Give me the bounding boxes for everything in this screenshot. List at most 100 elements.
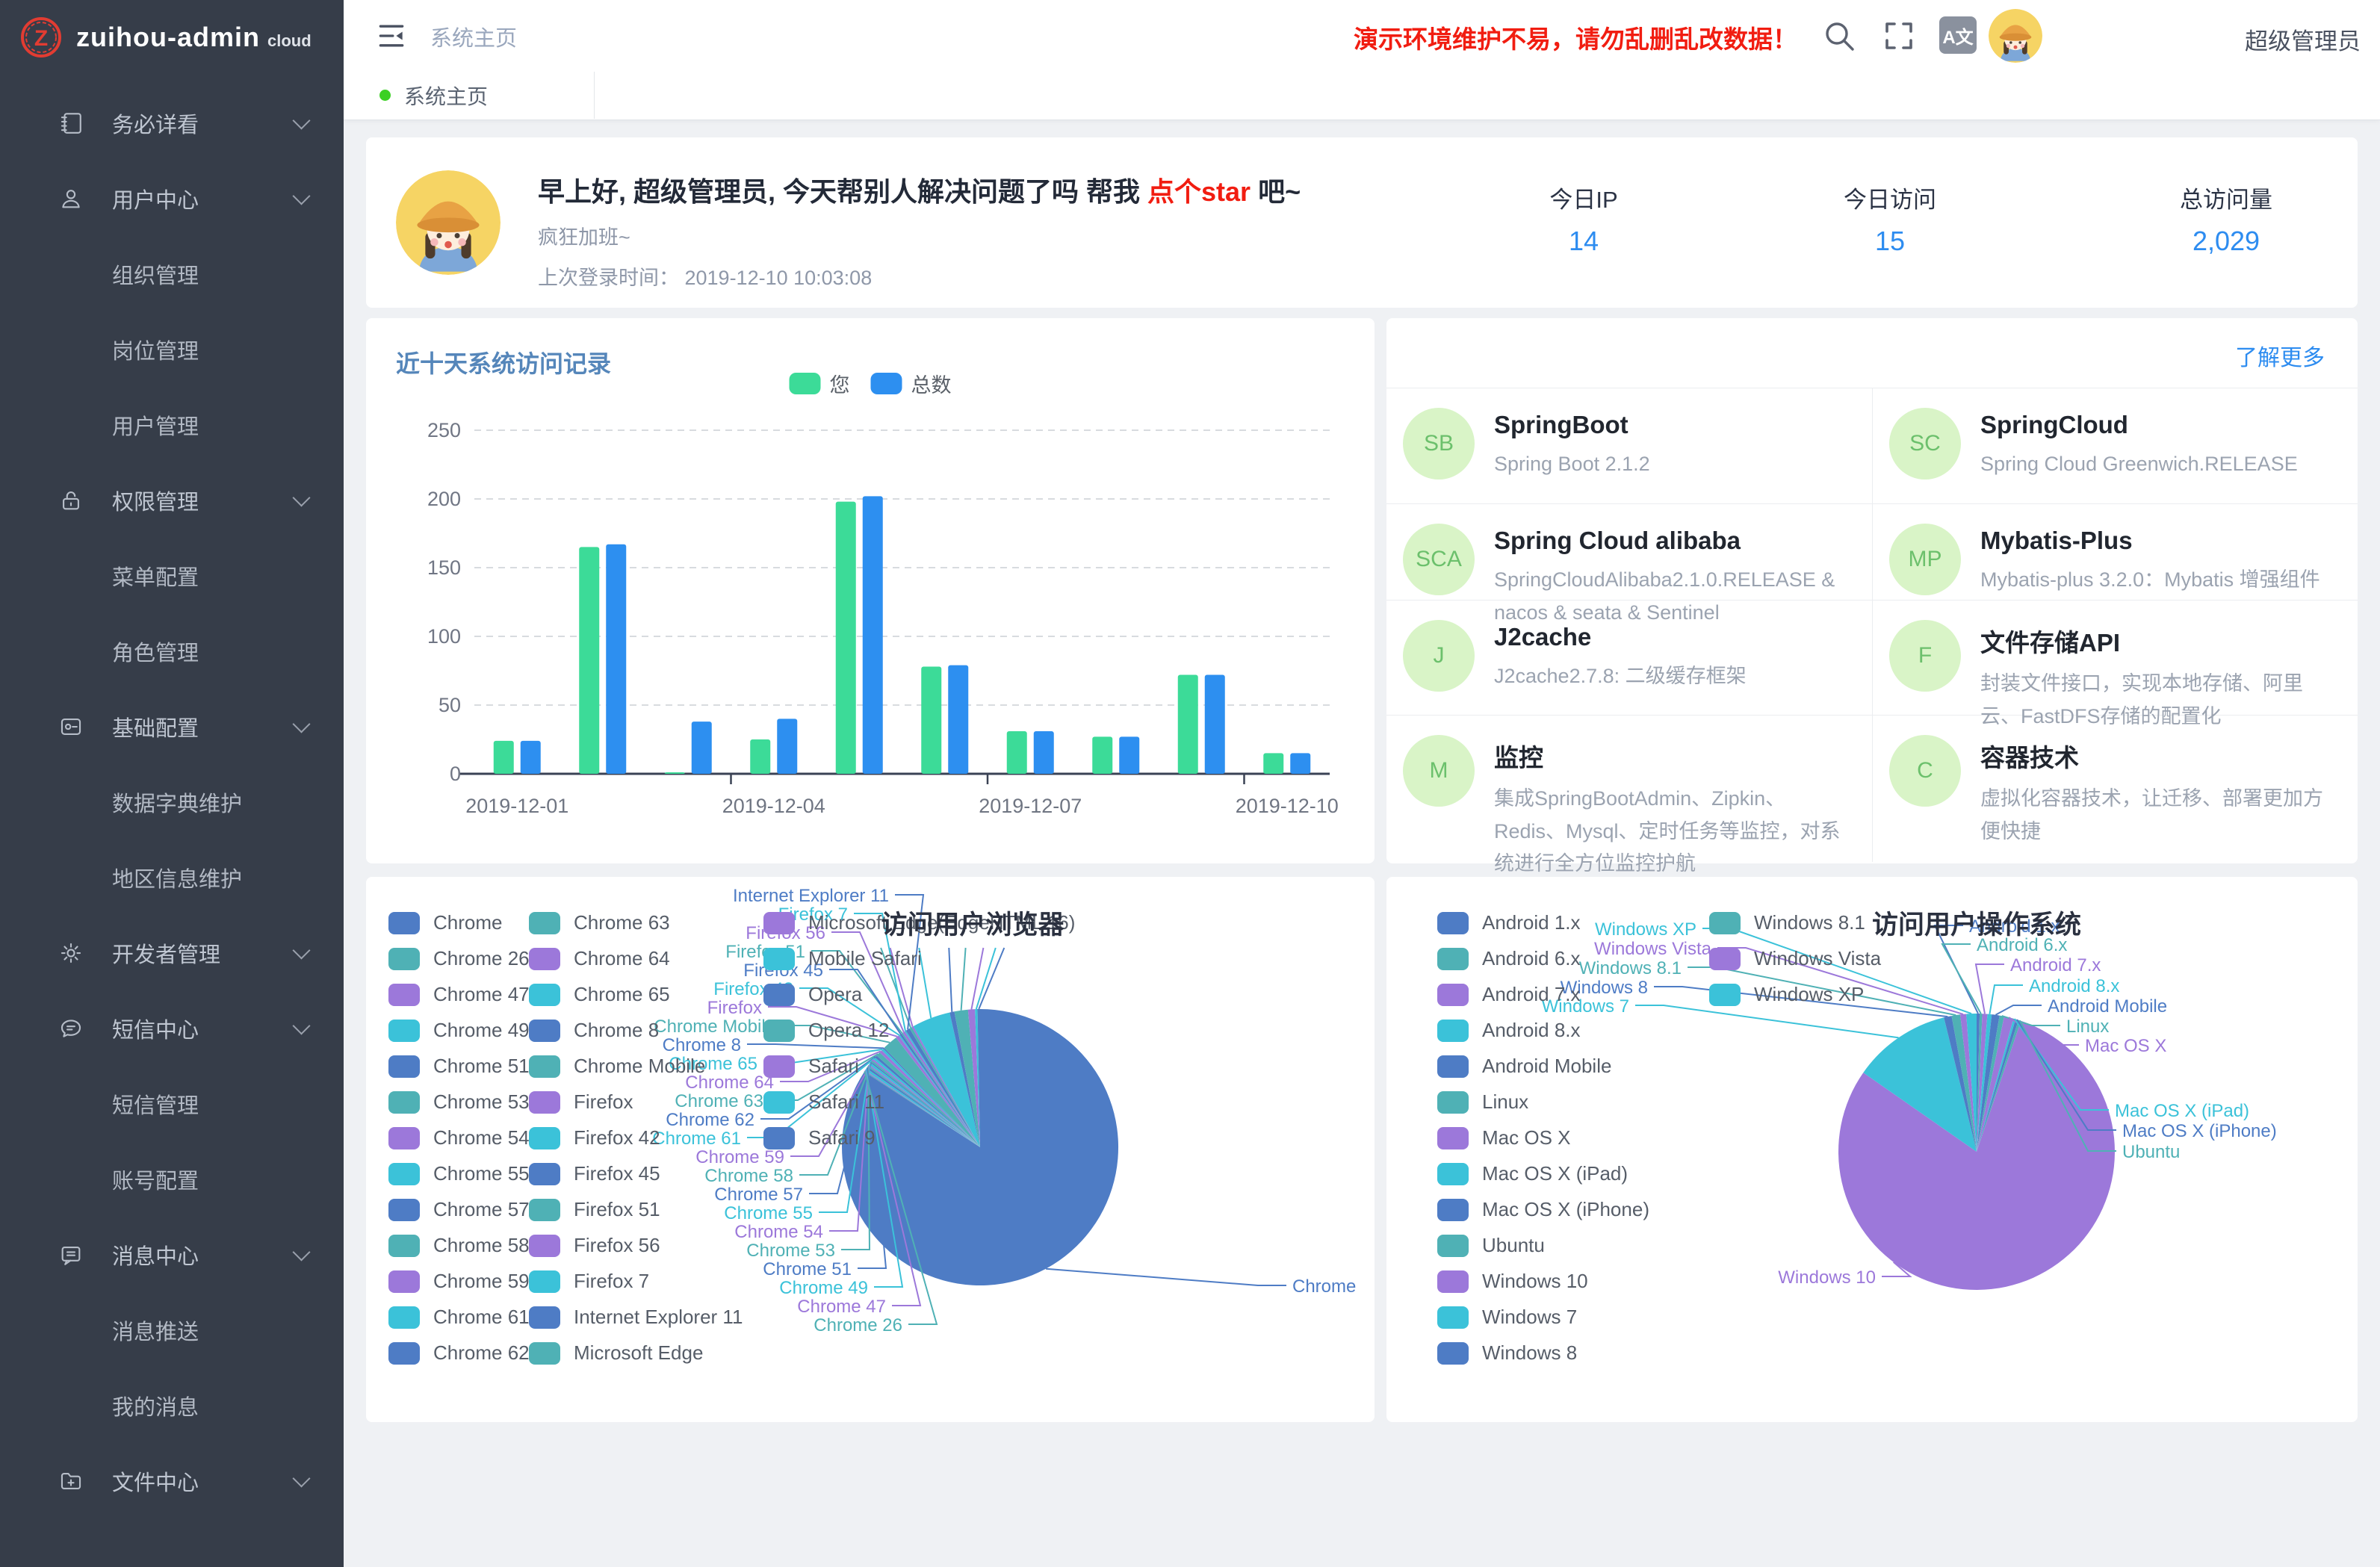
- bar-总数-2019-12-10[interactable]: [1290, 753, 1310, 774]
- legend-item-Firefox 42[interactable]: Firefox 42: [529, 1126, 660, 1149]
- bar-总数-2019-12-01[interactable]: [521, 741, 541, 774]
- legend-item-Chrome 63[interactable]: Chrome 63: [529, 911, 670, 934]
- legend-item-Mac OS X (iPhone)[interactable]: Mac OS X (iPhone): [1437, 1198, 1649, 1221]
- bar-总数-2019-12-09[interactable]: [1205, 675, 1225, 774]
- sidebar-item-短信管理[interactable]: 短信管理: [0, 1066, 344, 1141]
- topbar-username[interactable]: 超级管理员: [2245, 22, 2361, 56]
- bar-总数-2019-12-06[interactable]: [948, 665, 968, 774]
- legend-item-Linux[interactable]: Linux: [1437, 1090, 1528, 1114]
- legend-item-Chrome 53[interactable]: Chrome 53: [388, 1090, 530, 1114]
- legend-item-Chrome 47[interactable]: Chrome 47: [388, 983, 530, 1006]
- legend-item-Chrome 61[interactable]: Chrome 61: [388, 1306, 530, 1329]
- learn-more-link[interactable]: 了解更多: [2235, 339, 2325, 372]
- legend-item-您[interactable]: 您: [790, 369, 850, 398]
- legend-item-Internet Explorer 11[interactable]: Internet Explorer 11: [529, 1306, 743, 1329]
- tab-home[interactable]: 系统主页: [344, 72, 595, 119]
- legend-item-Chrome 26[interactable]: Chrome 26: [388, 947, 530, 970]
- legend-item-Ubuntu[interactable]: Ubuntu: [1437, 1234, 1545, 1257]
- search-icon[interactable]: [1821, 18, 1857, 54]
- bar-总数-2019-12-07[interactable]: [1034, 731, 1054, 774]
- legend-item-Chrome 64[interactable]: Chrome 64: [529, 947, 670, 970]
- legend-item-Chrome 59[interactable]: Chrome 59: [388, 1270, 530, 1293]
- legend-item-Chrome 65[interactable]: Chrome 65: [529, 983, 670, 1006]
- bar-总数-2019-12-05[interactable]: [863, 496, 883, 774]
- legend-item-Chrome[interactable]: Chrome: [388, 911, 502, 934]
- bar-您-2019-12-03[interactable]: [665, 772, 685, 774]
- legend-item-Windows 8.1[interactable]: Windows 8.1: [1709, 911, 1865, 934]
- bar-您-2019-12-04[interactable]: [750, 739, 770, 774]
- legend-item-Firefox 45[interactable]: Firefox 45: [529, 1162, 660, 1185]
- sidebar-group-消息中心[interactable]: 消息中心: [0, 1217, 344, 1292]
- bar-您-2019-12-05[interactable]: [836, 502, 856, 774]
- bar-您-2019-12-08[interactable]: [1092, 736, 1112, 774]
- bar-您-2019-12-09[interactable]: [1178, 675, 1198, 774]
- sidebar-item-地区信息维护[interactable]: 地区信息维护: [0, 840, 344, 915]
- sidebar-item-账号配置[interactable]: 账号配置: [0, 1141, 344, 1217]
- legend-item-Firefox 7[interactable]: Firefox 7: [529, 1270, 649, 1293]
- bar-总数-2019-12-08[interactable]: [1119, 736, 1139, 774]
- collapse-menu-icon[interactable]: [375, 19, 408, 52]
- sidebar-group-基础配置[interactable]: 基础配置: [0, 689, 344, 764]
- sidebar-item-数据字典维护[interactable]: 数据字典维护: [0, 764, 344, 840]
- legend-item-Android 1.x[interactable]: Android 1.x: [1437, 911, 1581, 934]
- legend-item-Chrome 51[interactable]: Chrome 51: [388, 1055, 530, 1078]
- bar-总数-2019-12-03[interactable]: [692, 722, 712, 774]
- sidebar-group-权限管理[interactable]: 权限管理: [0, 462, 344, 538]
- sidebar-item-岗位管理[interactable]: 岗位管理: [0, 311, 344, 387]
- legend-item-Safari[interactable]: Safari: [763, 1055, 859, 1078]
- sidebar-item-组织管理[interactable]: 组织管理: [0, 236, 344, 311]
- sidebar-group-短信中心[interactable]: 短信中心: [0, 990, 344, 1066]
- sidebar-item-菜单配置[interactable]: 菜单配置: [0, 538, 344, 613]
- legend-item-Mac OS X[interactable]: Mac OS X: [1437, 1126, 1570, 1149]
- legend-item-Windows 8[interactable]: Windows 8: [1437, 1341, 1577, 1365]
- legend-item-Opera 12[interactable]: Opera 12: [763, 1019, 889, 1042]
- legend-item-Chrome 8[interactable]: Chrome 8: [529, 1019, 659, 1042]
- legend-item-Chrome Mobile[interactable]: Chrome Mobile: [529, 1055, 705, 1078]
- bar-您-2019-12-10[interactable]: [1263, 753, 1283, 774]
- sidebar-group-开发者管理[interactable]: 开发者管理: [0, 915, 344, 990]
- legend-item-Opera[interactable]: Opera: [763, 983, 862, 1006]
- legend-item-Android 7.x[interactable]: Android 7.x: [1437, 983, 1581, 1006]
- breadcrumb[interactable]: 系统主页: [430, 21, 517, 52]
- legend-item-Mac OS X (iPad)[interactable]: Mac OS X (iPad): [1437, 1162, 1628, 1185]
- sidebar-item-我的消息[interactable]: 我的消息: [0, 1368, 344, 1443]
- legend-item-Android Mobile[interactable]: Android Mobile: [1437, 1055, 1611, 1078]
- lock-icon: [58, 488, 84, 513]
- legend-item-Microsoft Edge[interactable]: Microsoft Edge: [529, 1341, 703, 1365]
- legend-item-Safari 9[interactable]: Safari 9: [763, 1126, 876, 1149]
- legend-item-Chrome 49[interactable]: Chrome 49: [388, 1019, 530, 1042]
- bar-您-2019-12-02[interactable]: [579, 547, 599, 774]
- sidebar-item-消息推送[interactable]: 消息推送: [0, 1292, 344, 1368]
- legend-item-Android 8.x[interactable]: Android 8.x: [1437, 1019, 1581, 1042]
- legend-item-Firefox 51[interactable]: Firefox 51: [529, 1198, 660, 1221]
- legend-item-Safari 11[interactable]: Safari 11: [763, 1090, 884, 1114]
- bar-您-2019-12-06[interactable]: [921, 666, 941, 774]
- topbar-avatar[interactable]: [1989, 9, 2042, 63]
- translate-icon[interactable]: A文: [1939, 16, 1977, 54]
- sidebar-group-用户中心[interactable]: 用户中心: [0, 161, 344, 236]
- sidebar-item-用户管理[interactable]: 用户管理: [0, 387, 344, 462]
- sidebar-group-文件中心[interactable]: 文件中心: [0, 1443, 344, 1518]
- bar-总数-2019-12-02[interactable]: [606, 544, 626, 774]
- star-link[interactable]: 点个star: [1147, 176, 1251, 207]
- legend-item-Chrome 57[interactable]: Chrome 57: [388, 1198, 530, 1221]
- fullscreen-icon[interactable]: [1881, 18, 1917, 54]
- legend-item-Chrome 62[interactable]: Chrome 62: [388, 1341, 530, 1365]
- legend-item-Chrome 54[interactable]: Chrome 54: [388, 1126, 530, 1149]
- legend-item-Android 6.x[interactable]: Android 6.x: [1437, 947, 1581, 970]
- legend-item-总数[interactable]: 总数: [871, 369, 952, 398]
- legend-item-Chrome 58[interactable]: Chrome 58: [388, 1234, 530, 1257]
- legend-item-Windows 10[interactable]: Windows 10: [1437, 1270, 1588, 1293]
- sidebar-group-务必详看[interactable]: 务必详看: [0, 85, 344, 161]
- legend-item-Chrome 55[interactable]: Chrome 55: [388, 1162, 530, 1185]
- legend-item-Mobile Safari[interactable]: Mobile Safari: [763, 947, 922, 970]
- bar-您-2019-12-07[interactable]: [1007, 731, 1027, 774]
- bar-总数-2019-12-04[interactable]: [777, 719, 797, 774]
- legend-item-Windows Vista[interactable]: Windows Vista: [1709, 947, 1881, 970]
- legend-item-Firefox 56[interactable]: Firefox 56: [529, 1234, 660, 1257]
- legend-item-Windows 7[interactable]: Windows 7: [1437, 1306, 1577, 1329]
- sidebar-item-角色管理[interactable]: 角色管理: [0, 613, 344, 689]
- bar-您-2019-12-01[interactable]: [494, 741, 514, 774]
- legend-item-Firefox[interactable]: Firefox: [529, 1090, 633, 1114]
- legend-item-Windows XP[interactable]: Windows XP: [1709, 983, 1864, 1006]
